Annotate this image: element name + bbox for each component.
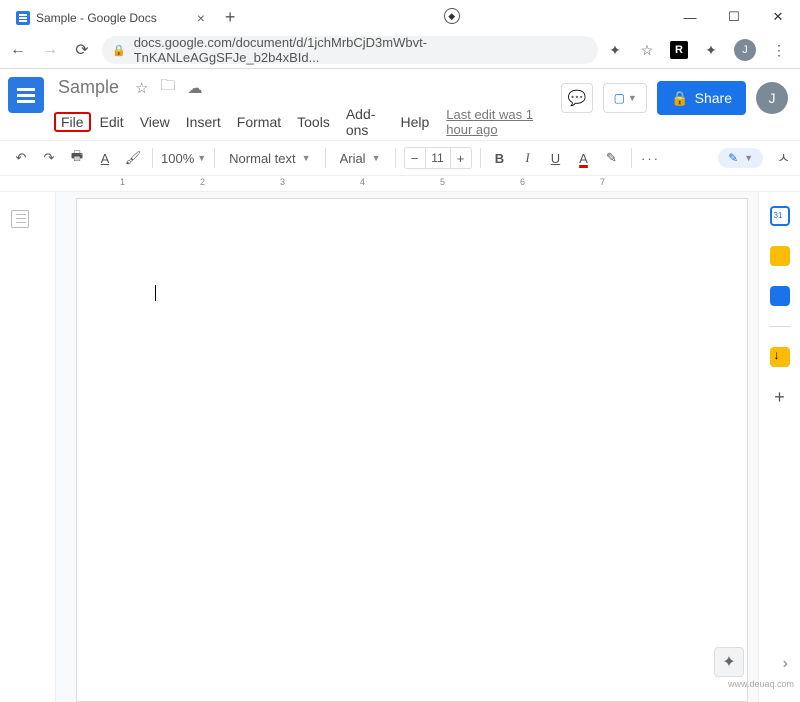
tab-close-icon[interactable]: × xyxy=(197,10,205,26)
paragraph-style-select[interactable]: Normal text▼ xyxy=(223,151,316,166)
font-select[interactable]: Arial▼ xyxy=(334,151,387,166)
document-page[interactable] xyxy=(76,198,748,702)
watermark-text: www.deuaq.com xyxy=(728,679,794,689)
add-addon-button[interactable]: + xyxy=(774,387,785,408)
menu-addons[interactable]: Add-ons xyxy=(339,104,392,140)
window-controls: — ☐ ✕ xyxy=(668,2,800,32)
more-tools-button[interactable]: ··· xyxy=(640,146,662,170)
text-cursor xyxy=(155,285,156,301)
vertical-ruler[interactable] xyxy=(40,192,56,702)
url-text: docs.google.com/document/d/1jchMrbCjD3mW… xyxy=(134,35,588,65)
address-bar: ← → ⟳ 🔒 docs.google.com/document/d/1jchM… xyxy=(0,32,800,68)
url-input[interactable]: 🔒 docs.google.com/document/d/1jchMrbCjD3… xyxy=(102,36,598,64)
menu-tools[interactable]: Tools xyxy=(290,112,337,132)
italic-button[interactable]: I xyxy=(517,146,539,170)
text-color-button[interactable]: A xyxy=(573,146,595,170)
explore-button[interactable]: ✦ xyxy=(714,647,744,677)
move-folder-icon[interactable]: 🗀 xyxy=(160,75,175,100)
new-tab-button[interactable]: + xyxy=(215,3,246,32)
collapse-toolbar-button[interactable]: ㅅ xyxy=(777,148,790,168)
document-outline-button[interactable] xyxy=(11,210,29,228)
download-addon-icon[interactable] xyxy=(770,347,790,367)
extensions-area: ✦ ☆ R ✦ J ⋮ xyxy=(606,39,794,61)
menu-format[interactable]: Format xyxy=(230,112,288,132)
back-button[interactable]: ← xyxy=(6,38,30,62)
hide-sidepanel-button[interactable]: › xyxy=(783,655,788,673)
editing-mode-button[interactable]: ✎ ▼ xyxy=(718,148,763,168)
menu-help[interactable]: Help xyxy=(393,112,436,132)
left-gutter xyxy=(0,192,40,702)
font-size-minus[interactable]: − xyxy=(405,148,425,168)
lock-icon: 🔒 xyxy=(112,44,126,57)
tasks-icon[interactable] xyxy=(770,286,790,306)
forward-button[interactable]: → xyxy=(38,38,62,62)
browser-tab[interactable]: Sample - Google Docs × xyxy=(6,4,215,32)
horizontal-ruler[interactable]: 1 2 3 4 5 6 7 xyxy=(0,176,800,192)
menu-insert[interactable]: Insert xyxy=(179,112,228,132)
pencil-icon: ✎ xyxy=(728,151,738,165)
highlight-button[interactable]: ✎ xyxy=(601,146,623,170)
keep-icon[interactable] xyxy=(770,246,790,266)
font-size-plus[interactable]: + xyxy=(451,148,471,168)
side-panel: + xyxy=(758,192,800,702)
bookmark-star-icon[interactable]: ☆ xyxy=(638,41,656,59)
minimize-button[interactable]: — xyxy=(668,2,712,32)
browser-titlebar: Sample - Google Docs × + ◆ — ☐ ✕ xyxy=(0,0,800,32)
print-button[interactable]: 🖶 xyxy=(66,146,88,170)
calendar-icon[interactable] xyxy=(770,206,790,226)
extensions-puzzle-icon[interactable]: ✦ xyxy=(702,41,720,59)
maximize-button[interactable]: ☐ xyxy=(712,2,756,32)
menu-edit[interactable]: Edit xyxy=(93,112,131,132)
formatting-toolbar: ↶ ↷ 🖶 A 🖌 100%▼ Normal text▼ Arial▼ − 11… xyxy=(0,140,800,176)
browser-menu-icon[interactable]: ⋮ xyxy=(770,41,788,59)
last-edit-link[interactable]: Last edit was 1 hour ago xyxy=(446,107,551,137)
comments-button[interactable]: 💬 xyxy=(561,83,593,113)
redo-button[interactable]: ↷ xyxy=(38,146,60,170)
menu-bar: File Edit View Insert Format Tools Add-o… xyxy=(54,104,551,140)
document-canvas[interactable] xyxy=(56,192,758,702)
docs-logo-icon[interactable] xyxy=(8,77,44,113)
extension-r-icon[interactable]: R xyxy=(670,41,688,59)
side-separator xyxy=(769,326,791,327)
workspace: + xyxy=(0,192,800,702)
docs-header: Sample ☆ 🗀 ☁ File Edit View Insert Forma… xyxy=(0,69,800,140)
zoom-select[interactable]: 100%▼ xyxy=(161,151,206,166)
underline-button[interactable]: U xyxy=(545,146,567,170)
menu-file[interactable]: File xyxy=(54,112,91,132)
docs-favicon-icon xyxy=(16,11,30,25)
bold-button[interactable]: B xyxy=(489,146,511,170)
star-icon[interactable]: ☆ xyxy=(135,79,148,97)
document-title[interactable]: Sample xyxy=(54,77,123,98)
lock-icon: 🔒 xyxy=(671,90,688,107)
undo-button[interactable]: ↶ xyxy=(10,146,32,170)
share-button[interactable]: 🔒 Share xyxy=(657,81,746,115)
font-size-value[interactable]: 11 xyxy=(425,148,451,168)
font-size-stepper[interactable]: − 11 + xyxy=(404,147,472,169)
browser-profile-avatar[interactable]: J xyxy=(734,39,756,61)
search-star-icon[interactable]: ✦ xyxy=(606,41,624,59)
account-avatar[interactable]: J xyxy=(756,82,788,114)
privacy-shield-icon[interactable]: ◆ xyxy=(444,8,460,24)
close-window-button[interactable]: ✕ xyxy=(756,2,800,32)
reload-button[interactable]: ⟳ xyxy=(70,38,94,62)
present-button[interactable]: ▢ ▼ xyxy=(603,83,647,113)
tab-title: Sample - Google Docs xyxy=(36,11,157,25)
menu-view[interactable]: View xyxy=(133,112,177,132)
spellcheck-button[interactable]: A xyxy=(94,146,116,170)
cloud-status-icon[interactable]: ☁ xyxy=(188,79,203,97)
paint-format-button[interactable]: 🖌 xyxy=(122,146,144,170)
